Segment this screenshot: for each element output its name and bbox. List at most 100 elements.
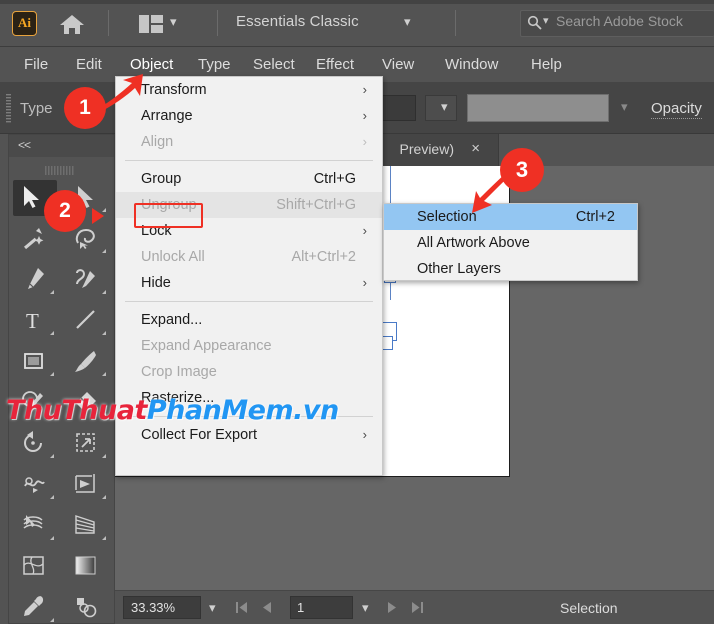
appbar-top-edge <box>0 0 714 4</box>
tool-flyout-indicator[interactable] <box>102 290 106 294</box>
paintbrush-tool[interactable] <box>61 341 113 382</box>
menu-separator <box>125 301 373 302</box>
submenu-item-label: All Artwork Above <box>417 235 530 251</box>
pen-tool-icon <box>28 268 44 289</box>
workspace-layout-chevron-down-icon[interactable]: ▾ <box>170 14 177 30</box>
search-chevron-down-icon[interactable]: ▾ <box>543 14 549 27</box>
search-input-placeholder[interactable]: Search Adobe Stock <box>556 13 683 29</box>
annotation-badge-1: 1 <box>64 87 106 129</box>
application-bar: Ai ▾ Essentials Classic ▾ ▾ Search Adobe… <box>0 0 714 47</box>
menu-window[interactable]: Window <box>435 47 508 82</box>
tool-flyout-indicator[interactable] <box>50 331 54 335</box>
pen-tool[interactable] <box>9 259 61 300</box>
workspace-name[interactable]: Essentials Classic <box>236 13 359 30</box>
collapse-panel-icon[interactable]: << <box>18 138 31 152</box>
prev-page-icon[interactable] <box>261 601 272 619</box>
menu-item-label: Expand Appearance <box>141 338 272 354</box>
rectangle-tool[interactable] <box>9 341 61 382</box>
tool-flyout-indicator[interactable] <box>102 372 106 376</box>
menu-item-label: Ungroup <box>141 197 197 213</box>
menu-separator <box>125 160 373 161</box>
menu-item-label: Transform <box>141 82 207 98</box>
shape-builder-tool-icon <box>23 515 43 529</box>
object-menu-item-lock[interactable]: Lock › <box>116 218 382 244</box>
svg-text:T: T <box>26 309 39 332</box>
workspace-layout-icon[interactable] <box>139 15 163 33</box>
line-segment-tool[interactable] <box>61 300 113 341</box>
control-a-chevron-down-icon[interactable]: ▾ <box>441 99 448 115</box>
submenu-item-label: Selection <box>417 209 477 225</box>
perspective-grid-tool-icon <box>75 515 95 534</box>
shape-builder-tool[interactable] <box>9 505 61 546</box>
workspace-chevron-down-icon[interactable]: ▾ <box>404 14 411 30</box>
page-chevron-down-icon[interactable]: ▾ <box>362 600 369 616</box>
tool-flyout-indicator[interactable] <box>102 331 106 335</box>
rotate-tool-icon <box>24 431 42 452</box>
object-menu-item-expand[interactable]: Expand... <box>116 307 382 333</box>
first-page-icon[interactable] <box>235 601 248 619</box>
object-menu-item-transform[interactable]: Transform › <box>116 77 382 103</box>
tool-flyout-indicator[interactable] <box>50 290 54 294</box>
control-field-b[interactable] <box>467 94 609 122</box>
next-page-icon[interactable] <box>387 601 398 619</box>
opacity-label[interactable]: Opacity <box>651 100 702 119</box>
blend-tool[interactable] <box>61 587 113 624</box>
document-tab-title: Preview) <box>399 141 454 157</box>
rotate-tool[interactable] <box>9 423 61 464</box>
width-tool-icon <box>24 477 45 493</box>
watermark: ThuThuatPhanMem.vn <box>6 395 339 426</box>
home-icon[interactable] <box>58 13 86 35</box>
menu-item-label: Collect For Export <box>141 427 258 443</box>
lock-submenu-item-other-layers[interactable]: Other Layers <box>384 256 637 282</box>
curvature-tool[interactable] <box>61 259 113 300</box>
scale-tool[interactable] <box>61 423 113 464</box>
zoom-chevron-down-icon[interactable]: ▾ <box>209 600 216 616</box>
tool-flyout-indicator[interactable] <box>102 536 106 540</box>
free-transform-tool[interactable] <box>61 464 113 505</box>
menu-item-shortcut: Shift+Ctrl+G <box>276 197 356 213</box>
control-b-chevron-down-icon[interactable]: ▾ <box>621 99 628 115</box>
eyedropper-tool[interactable] <box>9 587 61 624</box>
perspective-grid-tool[interactable] <box>61 505 113 546</box>
annotation-badge-2: 2 <box>44 190 86 232</box>
menu-item-label: Unlock All <box>141 249 205 265</box>
tool-flyout-indicator[interactable] <box>102 249 106 253</box>
tool-flyout-indicator[interactable] <box>102 495 106 499</box>
gradient-tool-icon <box>75 556 96 575</box>
tool-flyout-indicator[interactable] <box>50 536 54 540</box>
submenu-item-shortcut: Ctrl+2 <box>575 209 615 225</box>
page-number-field[interactable]: 1 <box>290 596 353 619</box>
eyedropper-tool-icon <box>24 596 44 616</box>
illustrator-logo: Ai <box>12 11 37 36</box>
menu-file[interactable]: File <box>14 47 58 82</box>
object-menu-item-arrange[interactable]: Arrange › <box>116 103 382 129</box>
zoom-level-field[interactable]: 33.33% <box>123 596 201 619</box>
tool-flyout-indicator[interactable] <box>50 454 54 458</box>
tool-flyout-indicator[interactable] <box>102 454 106 458</box>
object-menu-item-hide[interactable]: Hide › <box>116 270 382 296</box>
appbar-divider-1 <box>108 10 109 36</box>
line-segment-tool-icon <box>76 310 95 329</box>
status-bar: 33.33% ▾ 1 ▾ Selection <box>115 590 714 624</box>
mesh-tool[interactable] <box>9 546 61 587</box>
last-page-icon[interactable] <box>411 601 424 619</box>
menu-item-label: Crop Image <box>141 364 217 380</box>
tool-flyout-indicator[interactable] <box>50 495 54 499</box>
tool-flyout-indicator[interactable] <box>50 618 54 622</box>
lock-submenu-item-all-artwork-above[interactable]: All Artwork Above <box>384 230 637 256</box>
annotation-badge-3: 3 <box>500 148 544 192</box>
illustrator-window: Ai ▾ Essentials Classic ▾ ▾ Search Adobe… <box>0 0 714 624</box>
gradient-tool[interactable] <box>61 546 113 587</box>
object-menu-item-group[interactable]: Group Ctrl+G <box>116 166 382 192</box>
control-panel-grip[interactable] <box>6 94 11 124</box>
type-tool[interactable]: T <box>9 300 61 341</box>
search-icon[interactable] <box>527 15 542 30</box>
tools-panel-grip[interactable] <box>45 162 79 175</box>
control-type-label: Type <box>20 100 53 117</box>
menu-item-label: Hide <box>141 275 171 291</box>
width-tool[interactable] <box>9 464 61 505</box>
type-tool-icon: T <box>26 309 39 332</box>
menu-help[interactable]: Help <box>521 47 572 82</box>
tool-flyout-indicator[interactable] <box>50 372 54 376</box>
mesh-tool-icon <box>23 556 44 575</box>
